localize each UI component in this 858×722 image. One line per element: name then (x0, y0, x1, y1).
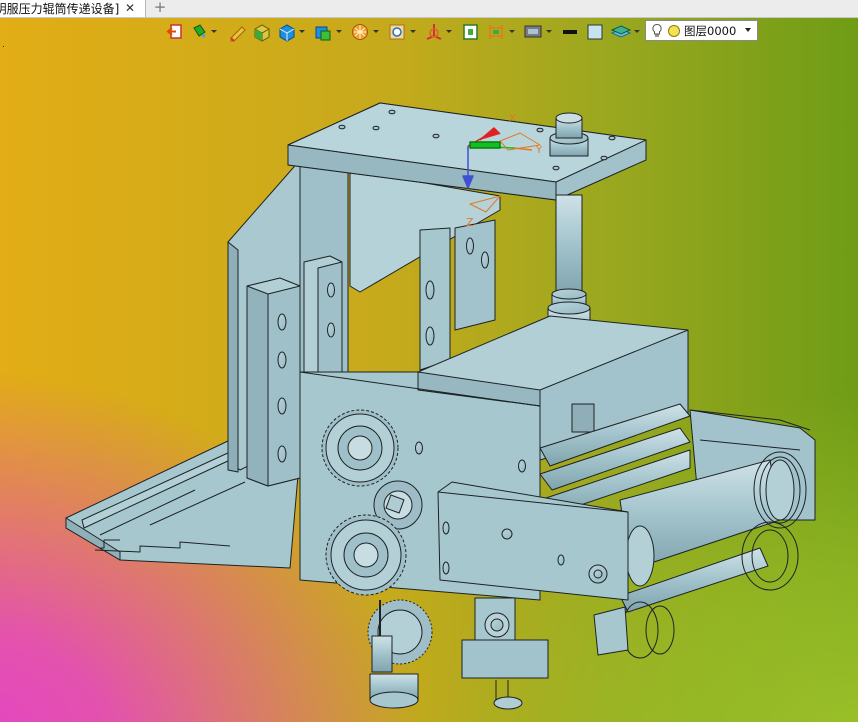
chevron-down-icon[interactable] (546, 30, 552, 33)
side-post-center (303, 255, 343, 389)
blue-cube-icon[interactable] (277, 20, 297, 44)
page-setup-icon[interactable] (462, 20, 480, 44)
axis-triad-icon[interactable] (424, 20, 444, 44)
chevron-down-icon[interactable] (745, 28, 751, 32)
diagonal-guide-plate (349, 169, 501, 371)
paint-bucket-icon[interactable] (190, 20, 208, 44)
side-post-left (246, 277, 301, 487)
lower-timing-pulley (325, 514, 407, 596)
orange-sphere-icon[interactable] (350, 20, 370, 44)
display-mode-icon[interactable] (523, 20, 543, 44)
3d-viewport[interactable]: X Y Z (0, 44, 858, 722)
layer-status-icon[interactable] (667, 24, 681, 38)
close-icon[interactable]: ✕ (123, 0, 137, 17)
zoom-fit-icon[interactable] (387, 20, 407, 44)
chevron-down-icon[interactable] (634, 30, 640, 33)
document-tab-bar: [明服压力辊筒传递设备] ✕ + (0, 0, 858, 18)
layer-name: 图层0000 (684, 24, 737, 38)
layer-manager-icon[interactable] (610, 20, 632, 44)
dimension-icon[interactable] (486, 20, 506, 44)
chevron-down-icon[interactable] (336, 30, 342, 33)
upper-timing-pulley (321, 409, 399, 487)
pencil-icon[interactable] (228, 20, 246, 44)
vertical-guide-shaft (547, 112, 591, 349)
chevron-down-icon[interactable] (509, 30, 515, 33)
chevron-down-icon[interactable] (373, 30, 379, 33)
view-cube-icon[interactable] (313, 20, 333, 44)
document-tab[interactable]: [明服压力辊筒传递设备] ✕ (0, 0, 146, 17)
layer-selector[interactable]: 图层0000 (645, 20, 758, 41)
axis-label-y: Y (535, 145, 543, 156)
light-bulb-icon[interactable] (651, 23, 663, 39)
chevron-down-icon[interactable] (410, 30, 416, 33)
front-mount-plate (437, 481, 629, 601)
axis-label-x: X (509, 113, 516, 124)
new-tab-button[interactable]: + (152, 0, 168, 16)
solid-box-icon[interactable] (252, 20, 272, 44)
document-tab-title: [明服压力辊筒传递设备] (0, 2, 120, 16)
axis-label-z: Z (466, 216, 474, 229)
line-weight-icon[interactable] (560, 20, 580, 44)
chevron-down-icon[interactable] (299, 30, 305, 33)
color-swatch-icon[interactable] (585, 20, 605, 44)
drive-block (461, 597, 549, 710)
exit-icon[interactable] (166, 20, 184, 44)
chevron-down-icon[interactable] (446, 30, 452, 33)
chevron-down-icon[interactable] (211, 30, 217, 33)
